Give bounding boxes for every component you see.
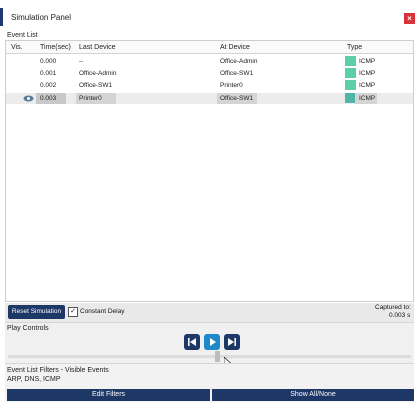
title-accent — [0, 8, 3, 26]
constant-delay-label: Constant Delay — [80, 308, 125, 315]
play-icon[interactable] — [204, 334, 220, 350]
row-time: 0.000 — [40, 58, 57, 65]
row-type: ICMP — [359, 58, 376, 65]
captured-label: Captured to: — [375, 304, 411, 311]
row-at-device: Office-SW1 — [220, 95, 254, 102]
type-color-swatch — [345, 80, 356, 90]
forward-icon[interactable] — [224, 334, 240, 350]
row-last-device: Office-SW1 — [79, 82, 113, 89]
row-last-device: -- — [79, 58, 84, 65]
window-title: Simulation Panel — [11, 13, 72, 22]
captured-value: 0.003 s — [389, 312, 411, 319]
eye-icon[interactable] — [23, 95, 34, 102]
row-type: ICMP — [359, 82, 376, 89]
back-icon[interactable] — [184, 334, 200, 350]
column-header-vis[interactable]: Vis. — [11, 44, 23, 51]
row-type: ICMP — [359, 70, 376, 77]
row-at-device: Printer0 — [220, 82, 243, 89]
reset-simulation-button[interactable]: Reset Simulation — [8, 305, 65, 319]
type-color-swatch — [345, 56, 356, 66]
row-at-device: Office-SW1 — [220, 70, 254, 77]
show-all-none-button[interactable]: Show All/None — [212, 389, 414, 401]
type-color-swatch — [345, 68, 356, 78]
row-time: 0.002 — [40, 82, 57, 89]
play-controls-label: Play Controls — [7, 325, 49, 332]
column-header-at-device[interactable]: At Device — [220, 44, 250, 51]
event-filters-value: ARP, DNS, ICMP — [7, 376, 61, 383]
constant-delay-checkbox[interactable]: ✓ — [68, 307, 78, 317]
row-last-device: Office-Admin — [79, 70, 117, 77]
event-list-label: Event List — [7, 32, 38, 39]
column-header-type[interactable]: Type — [347, 44, 362, 51]
column-header-time[interactable]: Time(sec) — [40, 44, 71, 51]
edit-filters-button[interactable]: Edit Filters — [7, 389, 210, 401]
column-header-last-device[interactable]: Last Device — [79, 44, 116, 51]
row-time: 0.001 — [40, 70, 57, 77]
speed-slider-track[interactable] — [8, 355, 411, 358]
row-last-device: Printer0 — [79, 95, 102, 102]
event-filters-label: Event List Filters - Visible Events — [7, 367, 109, 374]
row-time: 0.003 — [40, 95, 57, 102]
controls-bar — [5, 303, 414, 322]
speed-slider-handle[interactable] — [215, 351, 220, 362]
close-button[interactable]: × — [404, 13, 415, 24]
row-at-device: Office-Admin — [220, 58, 258, 65]
row-type: ICMP — [359, 95, 376, 102]
